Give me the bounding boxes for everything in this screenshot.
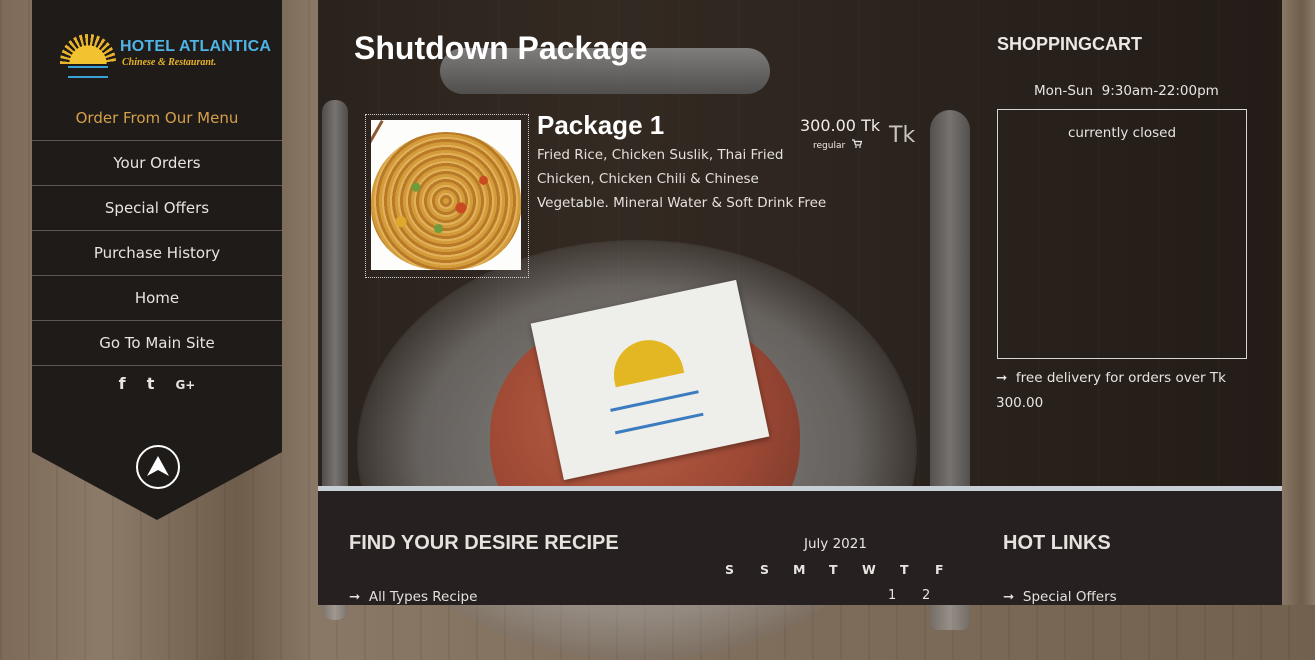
calendar-month: July 2021 [804, 536, 867, 552]
calendar-weekday: S [725, 562, 735, 577]
calendar-weekday: T [900, 562, 909, 577]
product-image-frame[interactable] [365, 114, 529, 278]
hotel-logo[interactable]: HOTEL ATLANTICA Chinese & Restaurant. [60, 28, 271, 78]
sidebar-item-home[interactable]: Home [32, 276, 282, 321]
opening-hours: Mon-Sun 9:30am-22:00pm [1034, 83, 1219, 99]
cart-icon[interactable] [852, 139, 863, 151]
calendar-day[interactable]: 2 [922, 588, 930, 603]
recipes-heading: FIND YOUR DESIRE RECIPE [349, 532, 619, 554]
calendar-weekday: S [760, 562, 770, 577]
arrow-right-icon: ➞ [349, 589, 369, 605]
price-type-label: regular [813, 141, 846, 151]
google-plus-icon[interactable]: G+ [175, 378, 195, 392]
scroll-up-button[interactable] [136, 445, 180, 489]
page-title: Shutdown Package [354, 30, 648, 66]
navigation-arrow-icon [147, 456, 169, 476]
shopping-cart-title: SHOPPINGCART [997, 34, 1143, 54]
social-links: f t G+ [32, 374, 282, 393]
arrow-right-icon: ➞ [1003, 589, 1023, 605]
cart-status: currently closed [1067, 125, 1177, 141]
wood-background-right [1282, 0, 1315, 605]
price-type: regular [813, 139, 863, 151]
sidebar-nav: Order From Our Menu Your Orders Special … [32, 96, 282, 366]
currency-label: Tk [889, 123, 916, 148]
facebook-icon[interactable]: f [119, 374, 126, 393]
sidebar-item-special-offers[interactable]: Special Offers [32, 186, 282, 231]
twitter-icon[interactable]: t [147, 374, 155, 393]
delivery-note-text: free delivery for orders over Tk 300.00 [996, 370, 1226, 411]
calendar-weekday: W [862, 562, 876, 577]
brand-tagline: Chinese & Restaurant. [122, 57, 217, 68]
brand-name: HOTEL ATLANTICA [120, 38, 272, 55]
sidebar-item-purchase-history[interactable]: Purchase History [32, 231, 282, 276]
hot-link-special-offers[interactable]: ➞ Special Offers [1003, 589, 1117, 605]
product-price: 300.00 Tk [800, 116, 881, 135]
calendar-weekday: T [829, 562, 838, 577]
hot-links-heading: HOT LINKS [1003, 532, 1111, 554]
delivery-note: ➞ free delivery for orders over Tk 300.0… [996, 366, 1246, 416]
hot-link-label: Special Offers [1022, 589, 1117, 605]
calendar-day[interactable]: 1 [888, 588, 896, 603]
recipes-link-label: All Types Recipe [368, 589, 478, 605]
sun-icon [607, 333, 685, 388]
sidebar-item-main-site[interactable]: Go To Main Site [32, 321, 282, 366]
sidebar: HOTEL ATLANTICA Chinese & Restaurant. Or… [32, 0, 282, 520]
sun-logo-icon [60, 34, 116, 64]
waves-icon [610, 390, 704, 435]
recipes-link[interactable]: ➞ All Types Recipe [349, 589, 477, 605]
sidebar-item-order-menu[interactable]: Order From Our Menu [32, 96, 282, 141]
waves-logo-icon [68, 66, 108, 78]
arrow-right-icon: ➞ [996, 370, 1016, 386]
calendar-weekday: M [793, 562, 806, 577]
cart-box: currently closed [997, 109, 1247, 359]
calendar-weekday: F [935, 562, 944, 577]
sidebar-item-your-orders[interactable]: Your Orders [32, 141, 282, 186]
product-name: Package 1 [537, 110, 665, 140]
product-description: Fried Rice, Chicken Suslik, Thai Fried C… [537, 147, 827, 211]
fried-rice-image [371, 120, 521, 270]
